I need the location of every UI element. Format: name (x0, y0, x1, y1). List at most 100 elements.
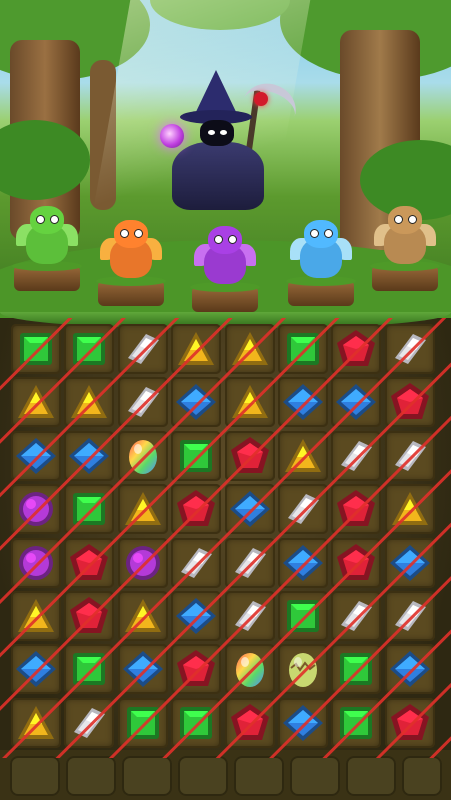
board-cell[interactable] (11, 537, 61, 588)
green-gem-icon (287, 333, 319, 365)
blue-gem-icon (69, 437, 110, 474)
board-cell[interactable] (117, 537, 168, 588)
red-gem-icon (230, 436, 269, 473)
match3-board (0, 312, 451, 800)
board-cell[interactable] (64, 377, 115, 428)
board-cell[interactable] (224, 591, 275, 641)
board-cell[interactable] (331, 324, 382, 374)
board-cell[interactable] (64, 537, 115, 588)
blue-gem-icon (389, 544, 430, 581)
board-cell[interactable] (117, 697, 168, 748)
board-cell[interactable] (384, 324, 435, 374)
white-gem-icon (234, 547, 266, 578)
board-cell[interactable] (384, 591, 435, 641)
board-cell[interactable] (384, 430, 435, 481)
board-cell[interactable] (278, 697, 328, 748)
brown-dragon[interactable] (374, 206, 436, 266)
board-cell[interactable] (11, 644, 61, 695)
board-cell[interactable] (331, 484, 382, 535)
board-cell[interactable] (64, 591, 115, 641)
board-cell[interactable] (278, 591, 328, 641)
board-cell[interactable] (224, 484, 275, 535)
board-cell[interactable] (117, 430, 168, 481)
board-cell[interactable] (224, 697, 275, 748)
board-cell[interactable] (117, 377, 168, 428)
board-cell[interactable] (224, 377, 275, 428)
white-gem-icon (341, 440, 373, 471)
blue-gem-icon (16, 437, 56, 474)
purple-gem-icon (19, 545, 53, 580)
blue-gem-icon (283, 704, 323, 741)
board-cell[interactable] (117, 484, 168, 535)
orange-dragon[interactable] (100, 220, 162, 280)
blue-dragon[interactable] (290, 220, 352, 280)
board-cell[interactable] (384, 484, 435, 535)
blue-gem-icon (16, 651, 56, 688)
board-cell[interactable] (331, 644, 382, 695)
board-cell[interactable] (64, 430, 115, 481)
board-cell[interactable] (117, 644, 168, 695)
blue-gem-icon (122, 651, 163, 688)
board-cell[interactable] (171, 484, 222, 535)
board-cell[interactable] (278, 430, 328, 481)
board-cell[interactable] (278, 377, 328, 428)
board-cell[interactable] (384, 697, 435, 748)
board-cell[interactable] (64, 697, 115, 748)
white-gem-icon (181, 547, 213, 578)
board-cell[interactable] (171, 697, 222, 748)
board-cell[interactable] (64, 324, 115, 374)
purple-dragon[interactable] (194, 226, 256, 286)
board-cell[interactable] (331, 697, 382, 748)
red-gem-icon (70, 597, 109, 633)
pedestal (96, 276, 166, 306)
board-cell[interactable] (331, 591, 382, 641)
board-cell[interactable] (117, 324, 168, 374)
red-gem-icon (390, 383, 429, 420)
board-cell[interactable] (117, 591, 168, 641)
board-cell[interactable] (331, 537, 382, 588)
board-cell[interactable] (11, 697, 61, 748)
blue-gem-icon (283, 544, 323, 581)
yellow-gem-icon (285, 438, 321, 472)
red-gem-icon (337, 490, 376, 527)
board-cell[interactable] (171, 591, 222, 641)
rainbow-gem-icon (235, 653, 264, 688)
white-gem-icon (394, 334, 426, 364)
rainbow-gem-icon (128, 439, 157, 474)
board-cell[interactable] (11, 377, 61, 428)
board-cell[interactable] (171, 377, 222, 428)
green-dragon[interactable] (16, 206, 78, 266)
board-cell[interactable] (278, 324, 328, 374)
dark-wizard-boss[interactable] (142, 70, 303, 210)
board-cell[interactable] (278, 537, 328, 588)
board-cell[interactable] (331, 430, 382, 481)
red-gem-icon (177, 490, 216, 527)
board-cell[interactable] (11, 430, 61, 481)
blue-gem-icon (389, 651, 430, 688)
board-cell[interactable] (64, 484, 115, 535)
board-cell[interactable] (11, 324, 61, 374)
board-cell[interactable] (384, 377, 435, 428)
board-cell[interactable] (278, 644, 328, 695)
board-cell[interactable] (171, 324, 222, 374)
board-cell[interactable] (224, 324, 275, 374)
egg-gem-icon (289, 653, 317, 688)
board-cell[interactable] (384, 644, 435, 695)
pedestal (12, 261, 82, 291)
board-cell[interactable] (224, 644, 275, 695)
red-gem-icon (337, 543, 376, 580)
board-cell[interactable] (224, 430, 275, 481)
board-cell[interactable] (171, 430, 222, 481)
board-cell[interactable] (11, 591, 61, 641)
board-cell[interactable] (224, 537, 275, 588)
board-cell[interactable] (278, 484, 328, 535)
board-cell[interactable] (171, 537, 222, 588)
blue-gem-icon (176, 384, 217, 421)
board-cell[interactable] (384, 537, 435, 588)
board-cell[interactable] (331, 377, 382, 428)
board-cell[interactable] (171, 644, 222, 695)
board-cell[interactable] (11, 484, 61, 535)
blue-gem-icon (229, 491, 270, 528)
red-gem-icon (390, 703, 429, 740)
board-cell[interactable] (64, 644, 115, 695)
